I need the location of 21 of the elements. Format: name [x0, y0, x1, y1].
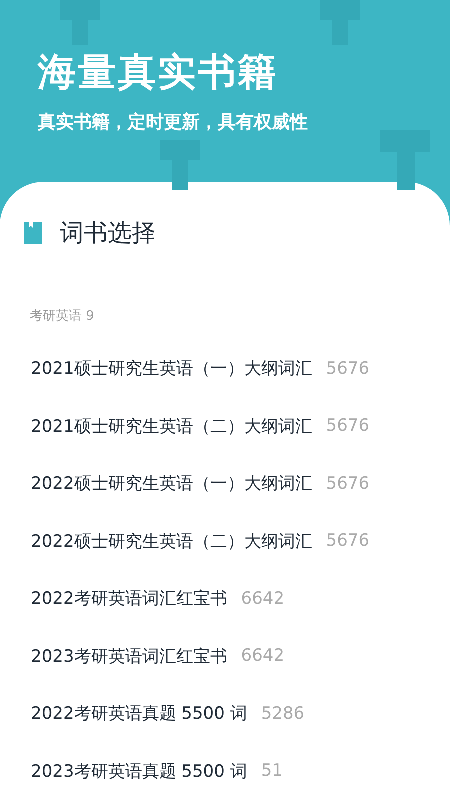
word-count: 5286 [261, 704, 305, 724]
word-count: 6642 [241, 646, 285, 666]
word-count: 51 [261, 761, 283, 782]
book-icon [24, 222, 42, 244]
word-count: 6642 [241, 588, 285, 609]
section-title: 词书选择 [60, 218, 156, 249]
book-title[interactable]: 2021硕士研究生英语（一）大纲词汇 [31, 357, 312, 380]
book-title[interactable]: 2022考研英语词汇红宝书 [31, 587, 228, 610]
book-title[interactable]: 2022硕士研究生英语（二）大纲词汇 [31, 530, 312, 553]
word-count: 5676 [326, 416, 370, 436]
book-title[interactable]: 2021硕士研究生英语（二）大纲词汇 [31, 414, 312, 438]
word-count: 5676 [326, 358, 370, 379]
word-count: 5676 [326, 474, 370, 494]
banner-title: 海量真实书籍 [38, 49, 279, 96]
book-title[interactable]: 2022考研英语真题 5500 词 [31, 702, 248, 726]
word-count: 5676 [326, 531, 370, 552]
book-title[interactable]: 2022硕士研究生英语（一）大纲词汇 [31, 472, 312, 496]
book-title[interactable]: 2023考研英语词汇红宝书 [31, 644, 228, 668]
book-title[interactable]: 2023考研英语真题 5500 词 [31, 760, 248, 783]
group-label: 考研英语 9 [30, 308, 96, 326]
banner-subtitle: 真实书籍，定时更新，具有权威性 [38, 111, 309, 135]
